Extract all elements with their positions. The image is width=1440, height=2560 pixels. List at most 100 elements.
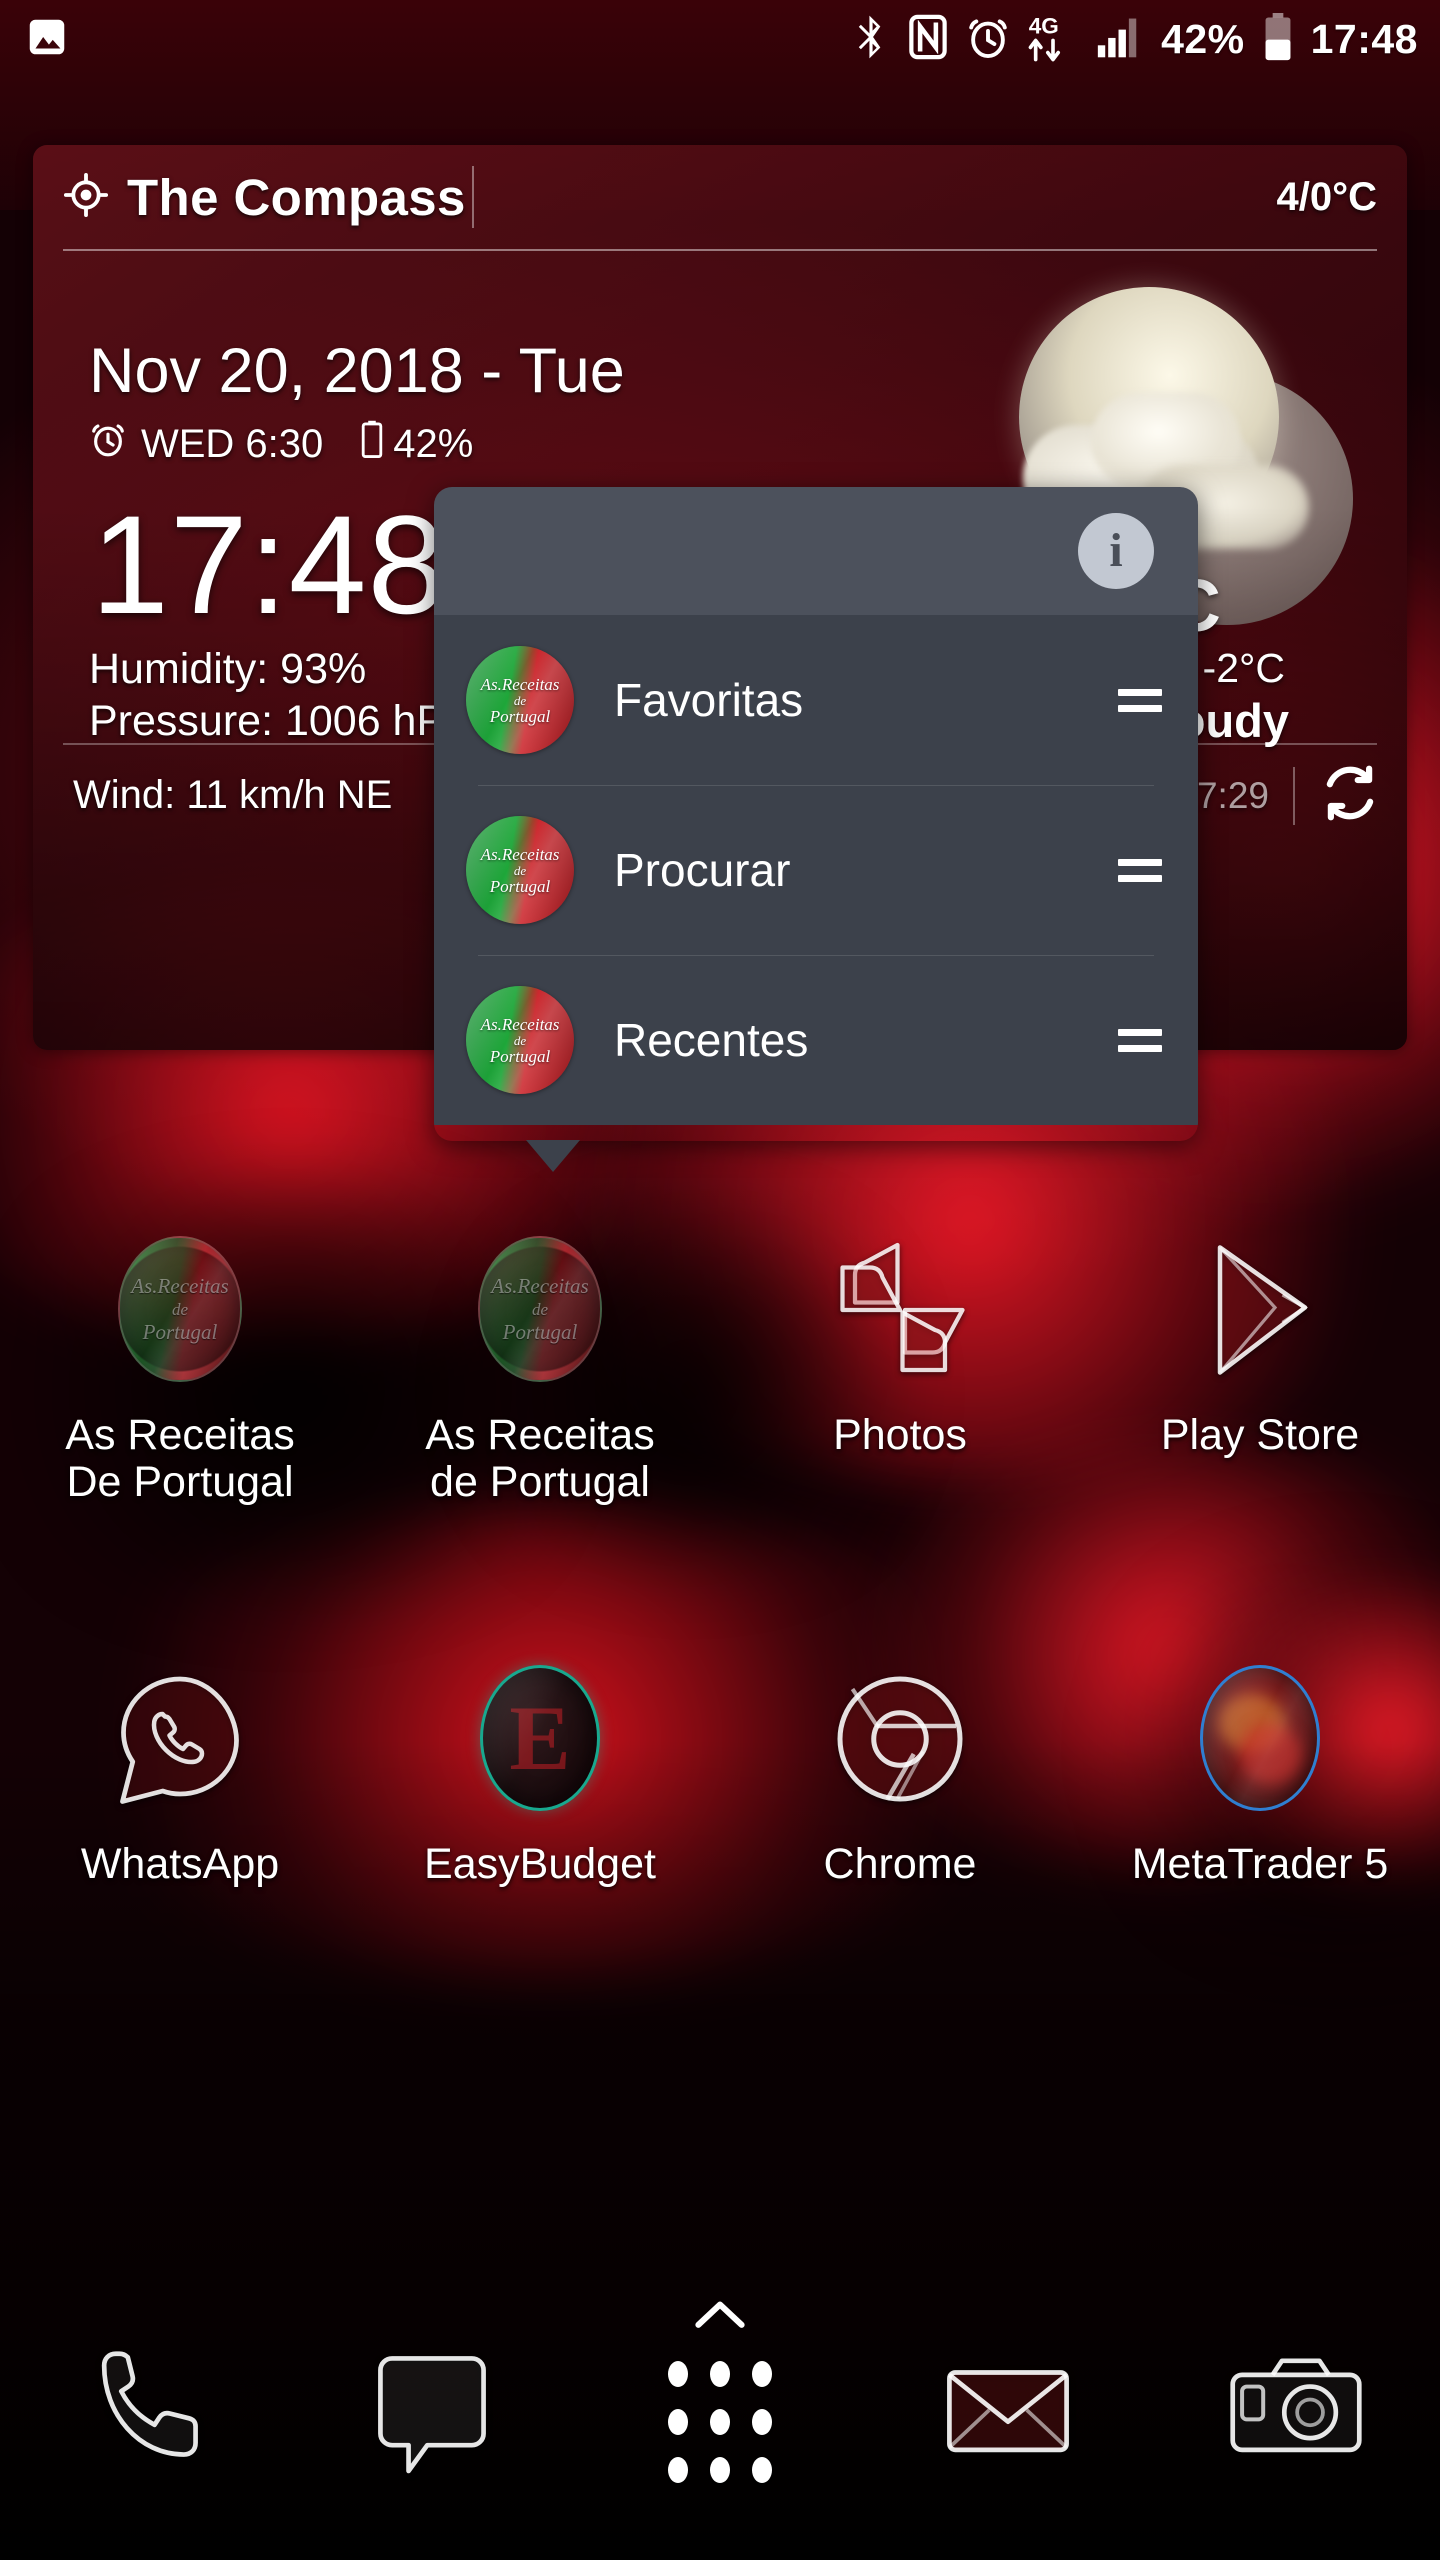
refresh-icon[interactable] (1319, 762, 1381, 829)
easybudget-icon: E (480, 1664, 600, 1811)
home-screen: 4G 42% 17:48 The Compass 4/0°C Nov 20, 2… (0, 0, 1440, 2560)
widget-pressure: Pressure: 1006 hPa (89, 697, 470, 746)
drag-handle-icon[interactable] (1118, 858, 1162, 882)
signal-bars-icon (1096, 14, 1144, 65)
4g-data-icon: 4G (1027, 12, 1079, 67)
svg-text:4G: 4G (1029, 13, 1059, 38)
widget-battery: 42% (393, 421, 474, 466)
app-easybudget[interactable]: E EasyBudget (360, 1659, 720, 1888)
footer-divider (1293, 766, 1295, 825)
nfc-icon (907, 14, 949, 65)
icon-line-3: Portugal (489, 1046, 551, 1066)
icon-line-3: Portugal (489, 876, 551, 896)
icon-line-1: As.Receitas (480, 1014, 560, 1034)
app-grid: As.Receitas de Portugal As Receitas De Por… (0, 1230, 1440, 1888)
app-as-receitas-de-portugal-1[interactable]: As.Receitas de Portugal As Receitas De Por… (0, 1230, 360, 1507)
phone-icon (69, 2335, 219, 2485)
dock-messages[interactable] (288, 2315, 576, 2505)
app-label: Play Store (1160, 1411, 1360, 1459)
app-chrome[interactable]: Chrome (720, 1659, 1080, 1888)
popup-item-label: Recentes (614, 1014, 809, 1066)
bluetooth-icon (852, 13, 890, 66)
app-label-line1: MetaTrader 5 (1131, 1839, 1389, 1888)
camera-icon (1221, 2335, 1371, 2485)
icon-line-3: Portugal (489, 706, 551, 726)
chevron-up-icon (695, 2301, 745, 2328)
app-drawer-icon[interactable] (645, 2301, 795, 2505)
app-play-store[interactable]: Play Store (1080, 1230, 1440, 1507)
icon-line-2: de (513, 862, 527, 878)
dock-phone[interactable] (0, 2315, 288, 2505)
icon-line-1: As.Receitas (480, 844, 560, 864)
header-divider (471, 166, 474, 228)
icon-line-2: de (513, 692, 527, 708)
widget-header: The Compass 4/0°C (33, 145, 1407, 249)
status-clock: 17:48 (1310, 15, 1418, 62)
widget-humidity-pressure: Humidity: 93% Pressure: 1006 hPa (89, 643, 469, 748)
location-icon (63, 172, 109, 223)
app-label-line2: De Portugal (66, 1458, 294, 1507)
message-bubble-icon (357, 2335, 507, 2485)
temp-high-low: 4/0°C (1276, 174, 1378, 219)
dock-camera[interactable] (1152, 2315, 1440, 2505)
alarm-icon (89, 420, 127, 468)
envelope-icon (933, 2335, 1083, 2485)
app-label-line1: EasyBudget (424, 1839, 656, 1888)
alarm-icon (966, 14, 1010, 65)
popup-item-favoritas[interactable]: As.Receitas de Portugal Favoritas (434, 615, 1198, 785)
popup-shortcut-list: As.Receitas de Portugal Favoritas As.Rec… (434, 615, 1198, 1125)
app-label-line2: de Portugal (430, 1458, 650, 1507)
as-receitas-de-portugal-icon: As.Receitas de Portugal (466, 986, 574, 1094)
app-label: As Receitas de Portugal (425, 1411, 655, 1507)
app-label-line1: Play Store (1160, 1411, 1360, 1459)
app-label: WhatsApp (80, 1839, 280, 1888)
as-receitas-de-portugal-icon: As.Receitas de Portugal (478, 1236, 602, 1382)
play-store-icon (1180, 1230, 1340, 1390)
app-as-receitas-de-portugal-2[interactable]: As.Receitas de Portugal As Receitas de Por… (360, 1230, 720, 1507)
info-icon[interactable]: i (1078, 513, 1154, 589)
widget-wind: Wind: 11 km/h NE (73, 773, 393, 817)
dock-email[interactable] (864, 2315, 1152, 2505)
widget-humidity: Humidity: 93% (89, 645, 367, 693)
app-label: As Receitas De Portugal (65, 1411, 294, 1507)
popup-item-label: Favoritas (614, 674, 804, 726)
widget-date: Nov 20, 2018 - Tue (89, 336, 625, 406)
widget-header-rule (63, 249, 1377, 251)
chrome-icon (820, 1659, 980, 1819)
battery-icon (1262, 12, 1294, 67)
dock-app-drawer[interactable] (576, 2301, 864, 2505)
app-metatrader5[interactable]: MetaTrader 5 (1080, 1659, 1440, 1888)
app-whatsapp[interactable]: WhatsApp (0, 1659, 360, 1888)
popup-header: i (434, 487, 1198, 615)
widget-alarm-row: WED 6:30 42% (89, 420, 473, 468)
as-receitas-de-portugal-icon: As.Receitas de Portugal (466, 646, 574, 754)
popup-item-procurar[interactable]: As.Receitas de Portugal Procurar (434, 785, 1198, 955)
app-label: Chrome (823, 1839, 977, 1888)
info-label: i (1109, 524, 1123, 577)
icon-line-2: de (513, 1032, 527, 1048)
battery-icon (361, 420, 383, 468)
as-receitas-de-portugal-icon: As.Receitas de Portugal (466, 816, 574, 924)
app-label: EasyBudget (424, 1839, 656, 1888)
app-label: MetaTrader 5 (1131, 1839, 1389, 1888)
app-label-line1: WhatsApp (80, 1839, 280, 1888)
widget-alarm-time: WED 6:30 (141, 421, 324, 466)
status-bar[interactable]: 4G 42% 17:48 (0, 0, 1440, 78)
drag-handle-icon[interactable] (1118, 688, 1162, 712)
widget-title: The Compass (127, 168, 466, 226)
popup-item-recentes[interactable]: As.Receitas de Portugal Recentes (434, 955, 1198, 1125)
metatrader-icon (1200, 1664, 1320, 1811)
app-label-line1: As Receitas (425, 1411, 655, 1459)
app-label-line1: Chrome (823, 1839, 977, 1888)
popup-tail (526, 1140, 580, 1172)
widget-clock: 17:48 (91, 486, 447, 643)
popup-item-label: Procurar (614, 844, 791, 896)
image-notification-icon (24, 14, 70, 65)
whatsapp-icon (100, 1659, 260, 1819)
app-label: Photos (833, 1411, 967, 1459)
dock (0, 2260, 1440, 2560)
battery-percent-label: 42% (1161, 15, 1245, 62)
app-row-2: WhatsApp E EasyBudget (0, 1659, 1440, 1888)
drag-handle-icon[interactable] (1118, 1028, 1162, 1052)
app-photos[interactable]: Photos (720, 1230, 1080, 1507)
